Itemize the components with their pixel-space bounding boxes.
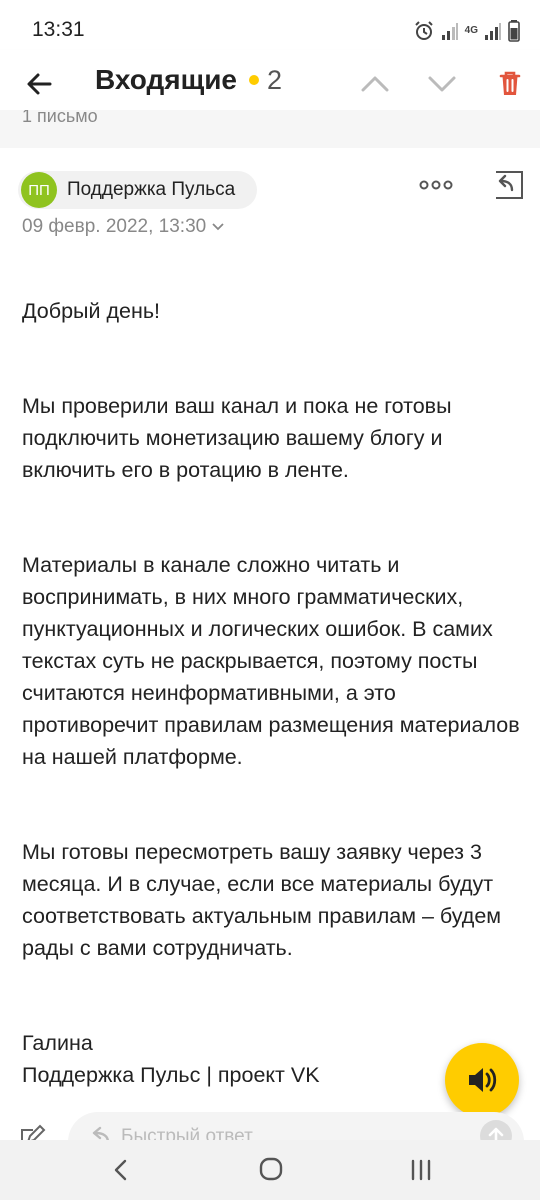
status-time: 13:31 bbox=[32, 18, 85, 41]
signature-name: Галина bbox=[22, 1031, 93, 1055]
system-recent-apps-icon[interactable] bbox=[408, 1157, 434, 1183]
greeting: Добрый день! bbox=[22, 299, 161, 323]
message-body: Добрый день! Мы проверили ваш канал и по… bbox=[22, 295, 522, 1091]
send-arrow-icon bbox=[488, 1127, 504, 1142]
avatar: ПП bbox=[21, 172, 57, 208]
alarm-icon bbox=[414, 21, 433, 40]
system-nav-bar bbox=[0, 1140, 540, 1200]
paragraph-3: Мы готовы пересмотреть вашу заявку через… bbox=[22, 840, 502, 960]
thread-letters-strip: 1 письмо bbox=[0, 110, 540, 148]
signal-icon bbox=[441, 23, 458, 40]
listen-button[interactable] bbox=[445, 1043, 519, 1117]
sender-name: Поддержка Пульса bbox=[67, 179, 236, 200]
reply-icon[interactable] bbox=[488, 166, 526, 204]
chevron-down-icon bbox=[212, 223, 224, 231]
signal-icon-2 bbox=[485, 23, 501, 40]
next-message-icon[interactable] bbox=[422, 64, 462, 104]
status-icons: 4G bbox=[413, 18, 520, 44]
network-label: 4G bbox=[464, 25, 478, 36]
sender-chip[interactable]: ПП Поддержка Пульса bbox=[18, 171, 258, 209]
app-bar: Входящие 2 bbox=[0, 50, 540, 116]
battery-icon bbox=[508, 20, 520, 42]
quick-reply-field[interactable]: Быстрый ответ bbox=[68, 1112, 524, 1142]
speaker-icon bbox=[469, 1068, 497, 1092]
paragraph-2: Материалы в канале сложно читать и воспр… bbox=[22, 553, 520, 769]
more-dots-icon[interactable] bbox=[414, 168, 458, 202]
system-back-icon[interactable] bbox=[108, 1157, 134, 1183]
previous-message-icon[interactable] bbox=[355, 64, 395, 104]
letters-count: 1 письмо bbox=[22, 110, 98, 126]
system-home-icon[interactable] bbox=[258, 1156, 284, 1182]
date-text: 09 февр. 2022, 13:30 bbox=[22, 216, 207, 237]
page-title: Входящие bbox=[95, 64, 237, 95]
unread-dot bbox=[249, 75, 259, 85]
message-date[interactable]: 09 февр. 2022, 13:30 bbox=[22, 216, 225, 238]
trash-icon[interactable] bbox=[490, 64, 530, 104]
quick-reply-bar: Быстрый ответ bbox=[0, 1112, 540, 1142]
paragraph-1: Мы проверили ваш канал и пока не готовы … bbox=[22, 394, 452, 482]
send-button[interactable] bbox=[480, 1120, 512, 1142]
back-arrow-icon[interactable] bbox=[20, 64, 60, 104]
unread-count: 2 bbox=[267, 65, 283, 95]
